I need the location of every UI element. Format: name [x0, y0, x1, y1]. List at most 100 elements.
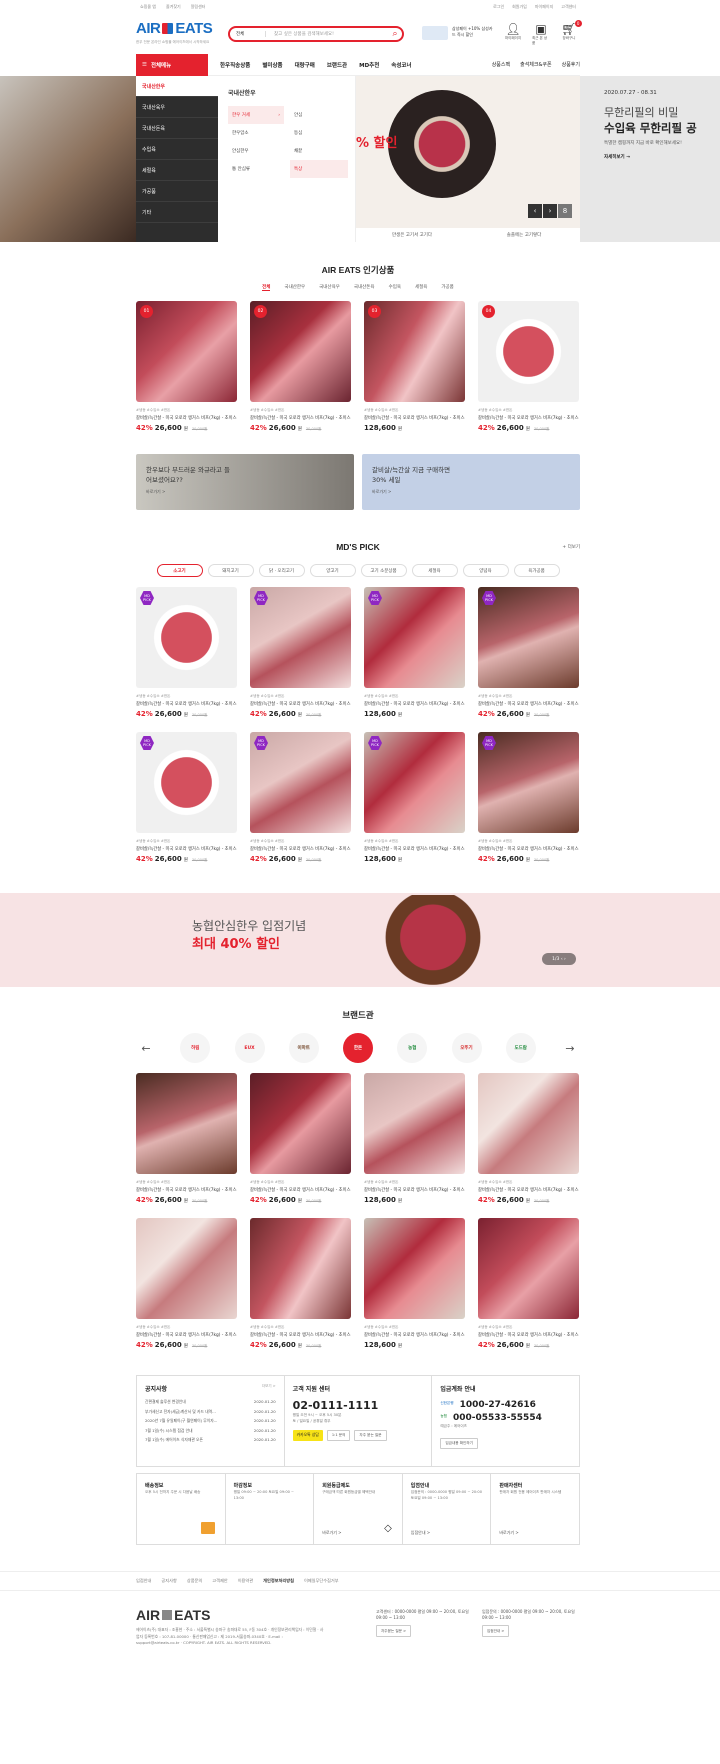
submenu-item[interactable]: 특상: [290, 160, 348, 178]
arrow-right-icon[interactable]: →: [560, 1042, 580, 1055]
product-image[interactable]: MD PICK: [136, 587, 237, 688]
product-image[interactable]: [250, 1073, 351, 1174]
product-image[interactable]: MD PICK: [250, 587, 351, 688]
top-link[interactable]: 즐겨찾기: [166, 4, 181, 10]
qna-button[interactable]: 1:1 문의: [326, 1430, 351, 1441]
product-card[interactable]: 01 #냉동 #수입소 #한돈 갈비살/늑간살 - 미국 오로라 앵거스 비프(…: [136, 301, 237, 432]
promo-banner[interactable]: 갈비살/늑간살 지금 구매하면 30% 세일 바로가기 >: [362, 454, 580, 510]
product-image[interactable]: [364, 1218, 465, 1319]
nav-right-item[interactable]: 상품후기: [562, 61, 580, 68]
submenu-item[interactable]: 채끝: [290, 142, 348, 160]
tab[interactable]: 국내산돈육: [354, 284, 375, 291]
product-image[interactable]: 04: [478, 301, 579, 402]
hero-tab[interactable]: 만생은 고기서 고기다: [356, 228, 468, 242]
notice-item[interactable]: 7월 1일(수) 에어이츠 식자재관 오픈 2020.01.20: [145, 1437, 276, 1447]
product-image[interactable]: MD PICK: [478, 587, 579, 688]
product-image[interactable]: 01: [136, 301, 237, 402]
nav-right-item[interactable]: 상품스펙: [492, 61, 510, 68]
search-icon[interactable]: ⌕: [388, 27, 402, 41]
product-image[interactable]: [250, 1218, 351, 1319]
top-link[interactable]: 알림센터: [191, 4, 206, 10]
product-card[interactable]: 04 #냉동 #수입소 #한돈 갈비살/늑간살 - 미국 오로라 앵거스 비프(…: [478, 301, 579, 432]
mypage-button[interactable]: 👤︎ 마이페이지: [504, 22, 522, 46]
footer-link[interactable]: 공지사항: [161, 1578, 176, 1584]
tab[interactable]: 가공품: [441, 284, 453, 291]
submenu-item[interactable]: 안심한우: [228, 142, 284, 160]
category-item[interactable]: 국내산돈육: [136, 118, 218, 139]
product-card[interactable]: MD PICK #냉동 #수입소 #한돈 갈비살/늑간살 - 미국 오로라 앵거…: [136, 587, 237, 718]
tab[interactable]: 국내산한우: [284, 284, 305, 291]
notice-item[interactable]: 7월 1일(수) 시스템 점검 안내 2020.01.20: [145, 1428, 276, 1438]
product-card[interactable]: #냉동 #수입소 #한돈 갈비살/늑간살 - 미국 오로라 앵거스 비프(7kg…: [136, 1073, 237, 1204]
product-image[interactable]: MD PICK: [364, 732, 465, 833]
pill[interactable]: 육가공품: [513, 564, 560, 577]
submenu-item[interactable]: 등심: [290, 124, 348, 142]
footer-link[interactable]: 입점안내: [136, 1578, 151, 1584]
nav-item[interactable]: 대량구매: [295, 61, 315, 69]
card-promo-image[interactable]: [422, 26, 448, 40]
submenu-item[interactable]: 한우암소: [228, 124, 284, 142]
category-item[interactable]: 수입육: [136, 139, 218, 160]
pill[interactable]: 고기 소분상품: [360, 564, 407, 577]
product-image[interactable]: [478, 1073, 579, 1174]
signup-link[interactable]: 회원가입: [512, 4, 527, 10]
category-item[interactable]: 국내산육우: [136, 97, 218, 118]
search-bar[interactable]: 전체 찾고 싶은 상품을 검색해보세요! ⌕: [228, 26, 404, 42]
footer-entry-button[interactable]: 입점안내 >: [482, 1625, 510, 1637]
brand-logo[interactable]: EUX: [234, 1033, 265, 1063]
product-image[interactable]: [136, 1218, 237, 1319]
product-card[interactable]: MD PICK #냉동 #수입소 #한돈 갈비살/늑간살 - 미국 오로라 앵거…: [364, 732, 465, 863]
wide-banner-pager[interactable]: 1/3 ‹ ›: [542, 953, 576, 965]
product-card[interactable]: MD PICK #냉동 #수입소 #한돈 갈비살/늑간살 - 미국 오로라 앵거…: [364, 587, 465, 718]
brand-logo[interactable]: 농협: [397, 1033, 428, 1063]
category-item[interactable]: 기타: [136, 202, 218, 223]
brand-logo[interactable]: 한돈: [343, 1033, 373, 1063]
nav-item[interactable]: 브랜드관: [327, 61, 347, 69]
product-card[interactable]: #냉동 #수입소 #한돈 갈비살/늑간살 - 미국 오로라 앵거스 비프(7kg…: [136, 1218, 237, 1349]
footer-faq-button[interactable]: 자주묻는 질문 >: [376, 1625, 412, 1637]
search-category-select[interactable]: 전체: [236, 31, 266, 37]
service-link[interactable]: 바로가기 >: [499, 1530, 518, 1536]
prev-arrow-icon[interactable]: ‹: [528, 204, 542, 218]
pill[interactable]: 양고기: [309, 564, 356, 577]
product-image[interactable]: 03: [364, 301, 465, 402]
submenu-item[interactable]: 통 안심류: [228, 160, 284, 178]
nav-item[interactable]: 한우직송상품: [220, 61, 250, 69]
product-card[interactable]: #냉동 #수입소 #한돈 갈비살/늑간살 - 미국 오로라 앵거스 비프(7kg…: [364, 1073, 465, 1204]
tab-all[interactable]: 전체: [262, 284, 271, 291]
promo-banner[interactable]: 한우보다 부드러운 와규라고 들어보셨어요?? 바로가기 >: [136, 454, 354, 510]
product-image[interactable]: MD PICK: [250, 732, 351, 833]
notice-item[interactable]: 간편결제 솔루션 변경안내 2020.01.20: [145, 1399, 276, 1409]
notice-item[interactable]: 부가세신고 전자(세금)계산서 및 카드 내역... 2020.01.20: [145, 1409, 276, 1419]
pill[interactable]: 소고기: [156, 564, 203, 577]
product-card[interactable]: 03 #냉동 #수입소 #한돈 갈비살/늑간살 - 미국 오로라 앵거스 비프(…: [364, 301, 465, 432]
product-card[interactable]: #냉동 #수입소 #한돈 갈비살/늑간살 - 미국 오로라 앵거스 비프(7kg…: [478, 1218, 579, 1349]
pill[interactable]: 양념육: [462, 564, 509, 577]
brand-logo[interactable]: 이마트: [288, 1033, 319, 1063]
tab[interactable]: 세절육: [415, 284, 427, 291]
service-link[interactable]: 입점안내 >: [411, 1530, 430, 1536]
card-promo-text[interactable]: 삼성페이 +10% 삼성카드 즉시 할인: [452, 26, 496, 38]
tab[interactable]: 수입육: [389, 284, 401, 291]
login-link[interactable]: 로그인: [493, 4, 504, 10]
nav-item[interactable]: 별미상품: [262, 61, 282, 69]
product-image[interactable]: MD PICK: [136, 732, 237, 833]
brand-logo[interactable]: 하림: [180, 1033, 211, 1063]
brand-logo[interactable]: 오뚜기: [451, 1033, 482, 1063]
hero-tab[interactable]: 솔플에는 고기렇다: [468, 228, 580, 242]
product-card[interactable]: MD PICK #냉동 #수입소 #한돈 갈비살/늑간살 - 미국 오로라 앵거…: [136, 732, 237, 863]
nav-right-item[interactable]: 출석체크&쿠폰: [520, 61, 552, 68]
product-image[interactable]: [478, 1218, 579, 1319]
product-image[interactable]: 02: [250, 301, 351, 402]
tab[interactable]: 국내산육우: [319, 284, 340, 291]
recent-button[interactable]: ▣ 최근 본 상품: [532, 22, 550, 46]
arrow-left-icon[interactable]: ←: [136, 1042, 156, 1055]
wide-promo-banner[interactable]: 농협안심한우 입점기념 최대 40% 할인 1/3 ‹ ›: [0, 893, 720, 1001]
logo[interactable]: AIR EATS: [136, 20, 213, 37]
kakao-chat-button[interactable]: 카카오톡 상담: [292, 1430, 323, 1441]
footer-link[interactable]: 개인정보처리방침: [263, 1578, 294, 1584]
search-input[interactable]: 찾고 싶은 상품을 검색해보세요!: [266, 31, 388, 37]
product-image[interactable]: [364, 1073, 465, 1174]
cs-link[interactable]: 고객센터: [561, 4, 576, 10]
product-card[interactable]: #냉동 #수입소 #한돈 갈비살/늑간살 - 미국 오로라 앵거스 비프(7kg…: [478, 1073, 579, 1204]
